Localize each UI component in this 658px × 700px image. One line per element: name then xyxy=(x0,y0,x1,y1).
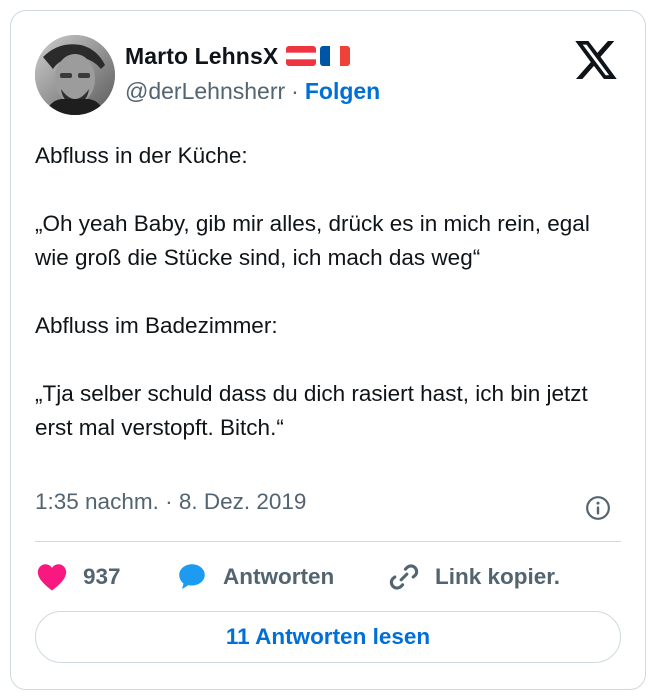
author-handle-row: @derLehnsherr · Folgen xyxy=(125,75,380,107)
author-avatar[interactable] xyxy=(35,35,115,115)
follow-link[interactable]: Folgen xyxy=(305,78,380,105)
copy-link-label: Link kopier. xyxy=(435,564,561,589)
author-handle[interactable]: @derLehnsherr xyxy=(125,78,285,105)
heart-icon xyxy=(37,564,67,591)
tweet-text: Abfluss in der Küche: „Oh yeah Baby, gib… xyxy=(35,143,590,440)
avatar-photo xyxy=(35,35,115,115)
reply-bubble-icon xyxy=(179,564,205,590)
x-logo-icon[interactable] xyxy=(575,41,617,79)
copy-link-button[interactable]: Link kopier. xyxy=(387,560,560,594)
like-count: 937 xyxy=(83,564,121,589)
action-bar: 937 Antworten Link kopier. xyxy=(35,557,560,597)
handle-separator: · xyxy=(291,77,299,104)
tweet-card: Marto LehnsX @derLehnsherr · Folgen Abfl… xyxy=(10,10,646,690)
reply-label: Antworten xyxy=(223,564,335,589)
like-button[interactable]: 937 xyxy=(35,560,175,594)
flags xyxy=(286,46,351,66)
flag-france-icon xyxy=(320,46,351,66)
divider xyxy=(35,541,621,542)
author-name-row: Marto LehnsX xyxy=(125,39,351,73)
author-name[interactable]: Marto LehnsX xyxy=(125,43,278,70)
flag-austria-icon xyxy=(286,46,317,66)
reply-button[interactable]: Antworten xyxy=(175,560,387,594)
link-icon xyxy=(389,564,419,590)
info-icon[interactable] xyxy=(585,495,611,521)
read-replies-button[interactable]: 11 Antworten lesen xyxy=(35,611,621,663)
tweet-timestamp[interactable]: 1:35 nachm. · 8. Dez. 2019 xyxy=(35,489,306,515)
